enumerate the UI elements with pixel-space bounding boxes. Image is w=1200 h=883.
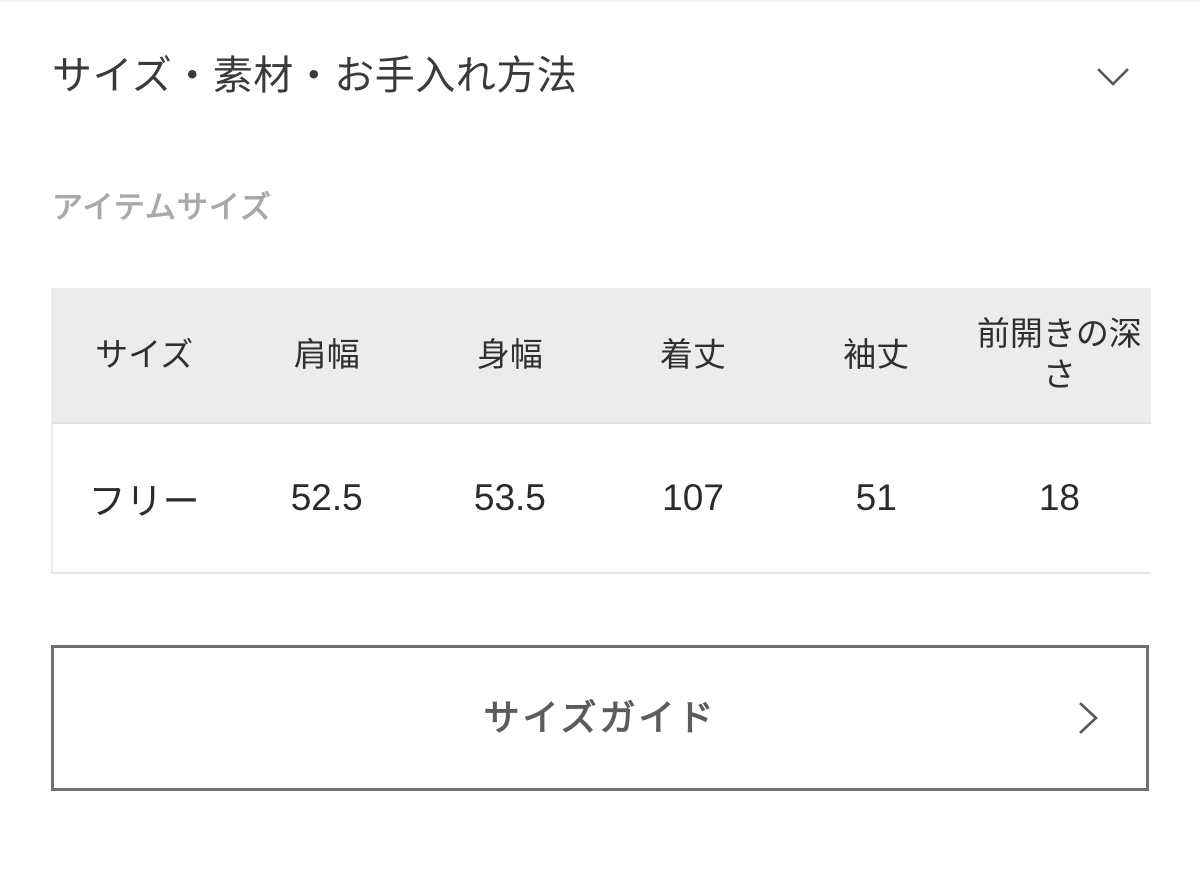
table-header-label-shoulder-width: 肩幅 bbox=[293, 335, 360, 373]
table-cell-body-width: 53.5 bbox=[418, 423, 602, 574]
table-cell-shoulder-width: 52.5 bbox=[235, 423, 419, 574]
size-guide-button-label: サイズガイド bbox=[483, 697, 717, 738]
table-cell-body-length: 107 bbox=[601, 423, 785, 574]
table-header-label-sleeve-length: 袖丈 bbox=[843, 335, 910, 373]
table-header-cell-body-width: 身幅 bbox=[418, 288, 602, 424]
table-header-row: サイズ 肩幅 身幅 着丈 袖丈 前開きの深さ bbox=[50, 288, 1151, 424]
table-header-cell-size: サイズ bbox=[50, 288, 236, 424]
table-header-cell-sleeve-length: 袖丈 bbox=[784, 288, 968, 424]
table-cell-front-opening-depth: 18 bbox=[967, 423, 1151, 574]
table-body: フリー 52.5 53.5 107 51 18 bbox=[50, 423, 1151, 574]
table-header-label-body-width: 身幅 bbox=[476, 335, 543, 373]
item-size-table-container: サイズ 肩幅 身幅 着丈 袖丈 前開きの深さ フリー 52.5 53.5 107… bbox=[50, 288, 1151, 574]
table-header-label-front-opening-depth: 前開きの深さ bbox=[976, 315, 1142, 393]
accordion-header-size-material-care[interactable]: サイズ・素材・お手入れ方法 bbox=[0, 2, 1200, 150]
table-header: サイズ 肩幅 身幅 着丈 袖丈 前開きの深さ bbox=[50, 288, 1151, 424]
table-cell-sleeve-length: 51 bbox=[784, 423, 968, 574]
size-guide-button[interactable]: サイズガイド bbox=[51, 645, 1149, 791]
size-material-care-panel: サイズ・素材・お手入れ方法 アイテムサイズ サイズ 肩幅 身幅 着丈 袖丈 前開… bbox=[0, 0, 1200, 883]
item-size-table: サイズ 肩幅 身幅 着丈 袖丈 前開きの深さ フリー 52.5 53.5 107… bbox=[50, 288, 1151, 574]
table-header-cell-front-opening-depth: 前開きの深さ bbox=[967, 288, 1151, 424]
table-header-cell-body-length: 着丈 bbox=[601, 288, 785, 424]
table-header-cell-shoulder-width: 肩幅 bbox=[235, 288, 419, 424]
table-header-label-body-length: 着丈 bbox=[660, 335, 727, 373]
section-label-item-size: アイテムサイズ bbox=[52, 190, 272, 225]
chevron-down-icon[interactable] bbox=[1090, 53, 1148, 99]
table-row: フリー 52.5 53.5 107 51 18 bbox=[50, 423, 1151, 574]
page-title: サイズ・素材・お手入れ方法 bbox=[52, 54, 578, 98]
table-header-label-size: サイズ bbox=[95, 335, 194, 373]
table-cell-size: フリー bbox=[50, 423, 236, 574]
